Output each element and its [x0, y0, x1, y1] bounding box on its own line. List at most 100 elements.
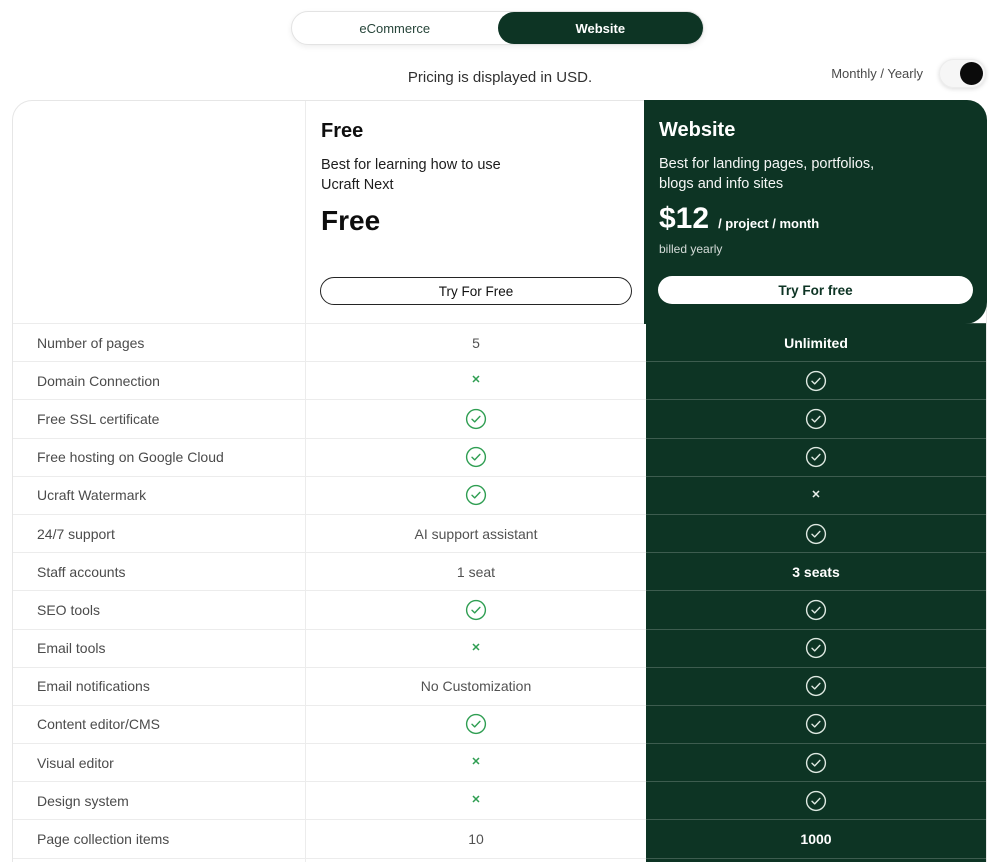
cell-value: 3 seats [792, 563, 840, 580]
free-plan-price: Free [321, 205, 381, 236]
feature-rows: Number of pages 5 Unlimited Domain Connecti… [13, 323, 986, 862]
website-plan-billing-note: billed yearly [659, 242, 723, 256]
website-value [646, 590, 986, 629]
website-value: ✕ [646, 475, 986, 514]
website-plan-name: Website [659, 119, 736, 141]
table-row: Page collection items 10 1000 [13, 819, 986, 858]
free-value [306, 704, 646, 743]
table-row: Staff accounts 1 seat 3 seats [13, 552, 986, 591]
table-row: Email tools ✕ [13, 628, 986, 667]
cross-icon: ✕ [471, 374, 481, 387]
website-value: 1000 [646, 819, 986, 858]
table-row: Free hosting on Google Cloud [13, 437, 986, 476]
cell-value: 1 seat [456, 563, 496, 580]
website-plan-price-line: $12 / project / month [659, 204, 819, 234]
tab-ecommerce[interactable]: eCommerce [292, 12, 498, 44]
cell-value: Unlimited [784, 334, 848, 351]
free-value: No Customization [306, 666, 646, 705]
billing-switch[interactable] [939, 58, 986, 88]
feature-label: Design system [13, 781, 306, 820]
feature-label: Visual editor [13, 743, 306, 782]
check-icon [805, 599, 827, 621]
free-value: ✕ [306, 743, 646, 781]
billing-toggle-label: Monthly / Yearly [831, 65, 923, 81]
feature-label: Free hosting on Google Cloud [13, 437, 306, 476]
website-value [646, 704, 986, 744]
free-value: 10 [306, 819, 646, 857]
check-icon [465, 408, 487, 430]
table-row: Visual editor ✕ [13, 743, 986, 782]
website-value [646, 628, 986, 667]
table-row: Free SSL certificate [13, 399, 986, 438]
feature-label: Email notifications [13, 666, 306, 705]
feature-label [13, 857, 306, 862]
feature-label: Page collection items [13, 819, 306, 858]
check-icon [805, 370, 827, 391]
free-plan-description: Best for learning how to use Ucraft Next [321, 157, 501, 193]
tab-ecommerce-label: eCommerce [359, 20, 431, 36]
free-value [306, 475, 646, 514]
website-plan-header: Website Best for landing pages, portfoli… [644, 100, 987, 324]
free-value: ✕ [306, 781, 646, 819]
website-value [646, 399, 986, 438]
website-value [646, 857, 986, 862]
check-icon [805, 523, 827, 544]
table-row [13, 857, 986, 862]
free-plan-header: Free Best for learning how to use Ucraft… [306, 101, 646, 323]
website-value [646, 361, 986, 400]
pricing-page: eCommerce Website Pricing is displayed i… [0, 0, 1000, 862]
feature-label: SEO tools [13, 590, 306, 629]
cell-value: No Customization [420, 678, 532, 695]
free-plan-name: Free [321, 120, 364, 142]
feature-label: Number of pages [13, 323, 306, 362]
website-plan-description: Best for landing pages, portfolios, blog… [659, 156, 875, 192]
website-value [646, 666, 986, 705]
check-icon [465, 447, 487, 468]
tab-website[interactable]: Website [497, 12, 703, 44]
free-value: ✕ [306, 628, 646, 667]
feature-label: Content editor/CMS [13, 704, 306, 744]
pricing-table: Free Best for learning how to use Ucraft… [12, 100, 987, 862]
free-value [306, 590, 646, 628]
free-value [306, 437, 646, 476]
website-value: Unlimited [646, 323, 986, 362]
cross-icon: ✕ [471, 756, 481, 769]
plan-type-toggle: eCommerce Website [291, 11, 704, 45]
check-icon [805, 637, 827, 659]
website-value [646, 781, 986, 820]
cross-icon: ✕ [471, 641, 481, 654]
table-row: Domain Connection ✕ [13, 361, 986, 400]
table-row: SEO tools [13, 590, 986, 629]
table-row: Ucraft Watermark ✕ [13, 475, 986, 514]
website-value [646, 513, 986, 553]
feature-column-header [13, 101, 306, 323]
feature-label: Domain Connection [13, 361, 306, 400]
feature-label: Free SSL certificate [13, 399, 306, 438]
tab-website-label: Website [575, 20, 626, 36]
check-icon [805, 408, 827, 430]
website-value: 3 seats [646, 552, 986, 591]
free-value: 1 seat [306, 552, 646, 590]
check-icon [465, 485, 487, 506]
cell-value: 5 [472, 334, 480, 351]
feature-label: 24/7 support [13, 513, 306, 553]
cross-icon: ✕ [471, 794, 481, 807]
cell-value: 1000 [800, 831, 832, 848]
website-plan-cta-button[interactable]: Try For free [658, 276, 973, 304]
website-plan-price: $12 [659, 202, 710, 235]
check-icon [465, 599, 487, 621]
free-value: AI support assistant [306, 513, 646, 552]
check-icon [805, 790, 827, 811]
table-row: Number of pages 5 Unlimited [13, 323, 986, 362]
check-icon [465, 714, 487, 735]
check-icon [805, 714, 827, 735]
table-row: Email notifications No Customization [13, 666, 986, 705]
cell-value: AI support assistant [414, 525, 538, 542]
feature-label: Staff accounts [13, 552, 306, 591]
table-row: Design system ✕ [13, 781, 986, 820]
website-value [646, 743, 986, 782]
billing-toggle-group: Monthly / Yearly [831, 58, 986, 88]
free-plan-cta-button[interactable]: Try For Free [320, 277, 632, 305]
free-value [306, 857, 646, 862]
free-value [306, 399, 646, 437]
